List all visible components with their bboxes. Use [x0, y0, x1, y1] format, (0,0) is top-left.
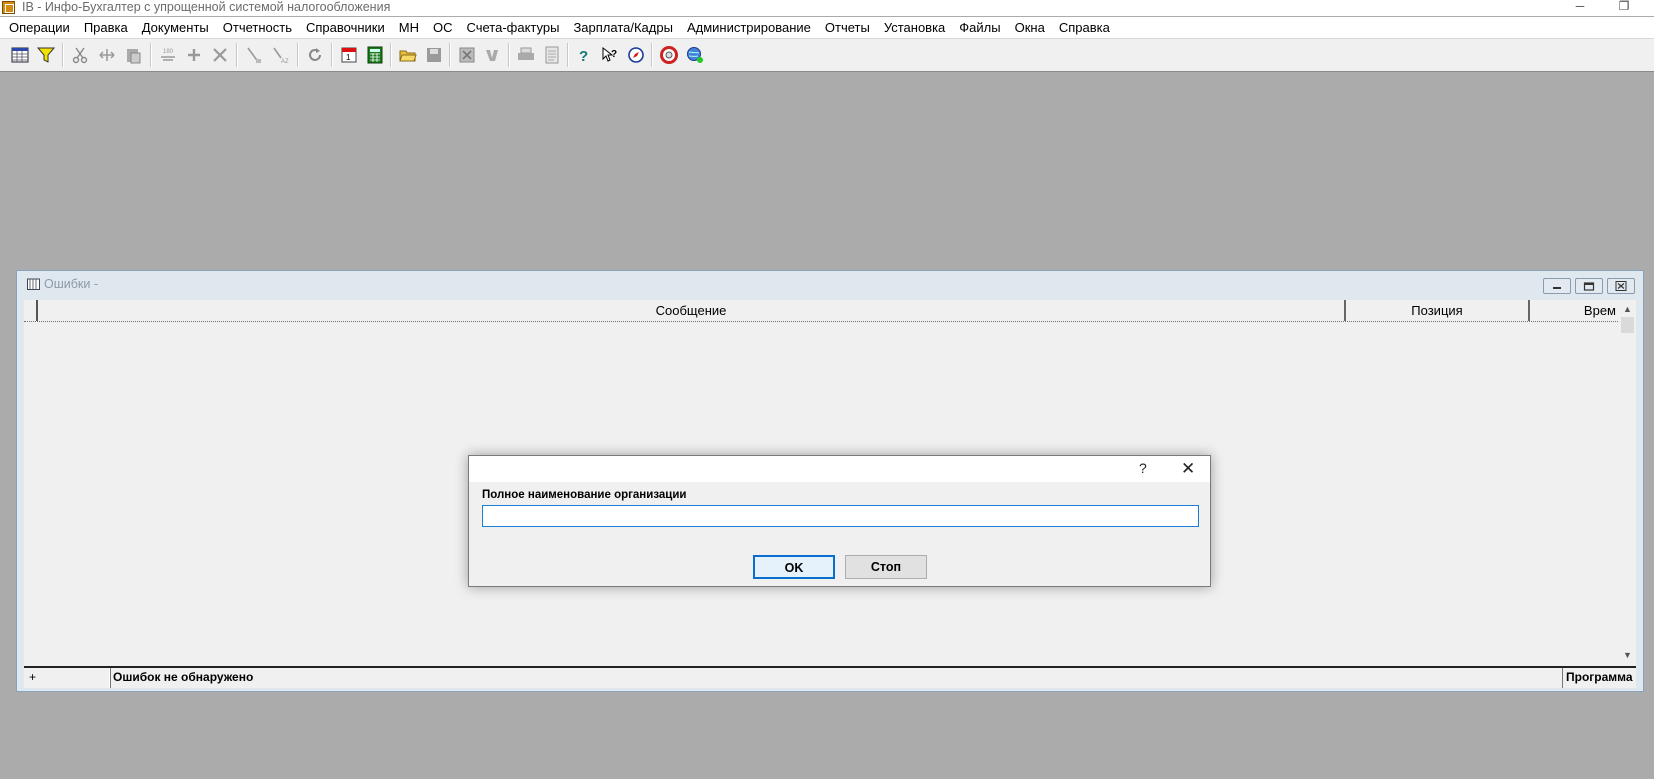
errors-maximize-button[interactable] [1575, 278, 1603, 294]
row-selector-header[interactable] [24, 300, 38, 321]
paste-icon[interactable] [122, 44, 144, 66]
menu-reporting[interactable]: Отчетность [216, 17, 299, 38]
move-icon[interactable] [96, 44, 118, 66]
svg-text:?: ? [579, 48, 588, 64]
errors-window-titlebar: Ошибки - [27, 275, 98, 293]
ok-button[interactable]: OK [753, 555, 835, 579]
filter-icon[interactable] [35, 44, 57, 66]
errors-close-button[interactable] [1607, 278, 1635, 294]
menu-payroll[interactable]: Зарплата/Кадры [566, 17, 680, 38]
export-excel-icon[interactable] [456, 44, 478, 66]
column-time[interactable]: Врем [1530, 300, 1620, 321]
delete-icon[interactable] [209, 44, 231, 66]
calculator-icon[interactable] [364, 44, 386, 66]
svg-text:?: ? [611, 49, 617, 60]
vertical-scrollbar[interactable]: ▲ ▼ [1619, 301, 1636, 663]
print-icon[interactable] [515, 44, 537, 66]
add-icon[interactable] [183, 44, 205, 66]
status-message: Ошибок не обнаружено [110, 668, 1562, 688]
menu-administration[interactable]: Администрирование [680, 17, 818, 38]
save-icon[interactable] [423, 44, 445, 66]
dialog-titlebar: ? ✕ [469, 456, 1210, 482]
status-plus: + [24, 668, 110, 688]
menu-setup[interactable]: Установка [877, 17, 952, 38]
errors-window-icon [27, 277, 40, 290]
menu-windows[interactable]: Окна [1008, 17, 1052, 38]
stop-button[interactable]: Стоп [845, 555, 927, 579]
column-position[interactable]: Позиция [1346, 300, 1530, 321]
window-title: IB - Инфо-Бухгалтер с упрощенной системо… [22, 0, 391, 14]
menu-invoices[interactable]: Счета-фактуры [459, 17, 566, 38]
calendar-icon[interactable]: 1 [338, 44, 360, 66]
export-word-icon[interactable] [482, 44, 504, 66]
refresh-icon[interactable] [304, 44, 326, 66]
errors-window-title: Ошибки - [44, 277, 98, 291]
menu-bar: Операции Правка Документы Отчетность Спр… [0, 17, 1654, 39]
context-help-icon[interactable]: ? [599, 44, 621, 66]
sort-icon[interactable] [243, 44, 265, 66]
menu-operations[interactable]: Операции [2, 17, 77, 38]
open-folder-icon[interactable] [397, 44, 419, 66]
organization-name-input[interactable] [482, 505, 1199, 527]
menu-reports[interactable]: Отчеты [818, 17, 877, 38]
svg-text:AZ: AZ [281, 59, 289, 64]
errors-status-bar: + Ошибок не обнаружено Программа [24, 666, 1636, 688]
sort-az-icon[interactable]: AZ [270, 44, 292, 66]
organization-name-label: Полное наименование организации [482, 489, 687, 501]
print-preview-icon[interactable] [541, 44, 563, 66]
grid-header: Сообщение Позиция Врем [24, 300, 1636, 322]
title-bar: IB - Инфо-Бухгалтер с упрощенной системо… [0, 0, 1654, 16]
menu-files[interactable]: Файлы [952, 17, 1007, 38]
toolbar: 180 AZ 1 ? ? [0, 39, 1654, 72]
help-icon[interactable]: ? [573, 44, 595, 66]
restore-button[interactable]: ❐ [1604, 0, 1644, 14]
menu-os[interactable]: ОС [426, 17, 460, 38]
scroll-down-arrow[interactable]: ▼ [1619, 647, 1636, 663]
menu-help[interactable]: Справка [1052, 17, 1117, 38]
errors-minimize-button[interactable] [1543, 278, 1571, 294]
scroll-thumb[interactable] [1621, 317, 1634, 333]
scroll-up-arrow[interactable]: ▲ [1619, 301, 1636, 317]
menu-documents[interactable]: Документы [135, 17, 216, 38]
svg-text:180: 180 [163, 49, 174, 55]
app-icon [2, 1, 15, 14]
lifebuoy-icon[interactable] [658, 44, 680, 66]
cut-icon[interactable] [69, 44, 91, 66]
minimize-button[interactable]: ─ [1560, 0, 1600, 14]
compass-icon[interactable] [625, 44, 647, 66]
svg-text:1: 1 [346, 53, 351, 62]
menu-references[interactable]: Справочники [299, 17, 392, 38]
dialog-close-button[interactable]: ✕ [1181, 459, 1195, 479]
table-view-icon[interactable] [9, 44, 31, 66]
numbering-icon[interactable]: 180 [157, 44, 179, 66]
menu-edit[interactable]: Правка [77, 17, 135, 38]
status-program: Программа [1562, 668, 1636, 688]
menu-mn[interactable]: МН [392, 17, 426, 38]
dialog-help-button[interactable]: ? [1139, 460, 1147, 476]
column-message[interactable]: Сообщение [38, 300, 1346, 321]
organization-name-dialog: ? ✕ Полное наименование организации OK С… [468, 455, 1211, 587]
web-icon[interactable] [684, 44, 706, 66]
